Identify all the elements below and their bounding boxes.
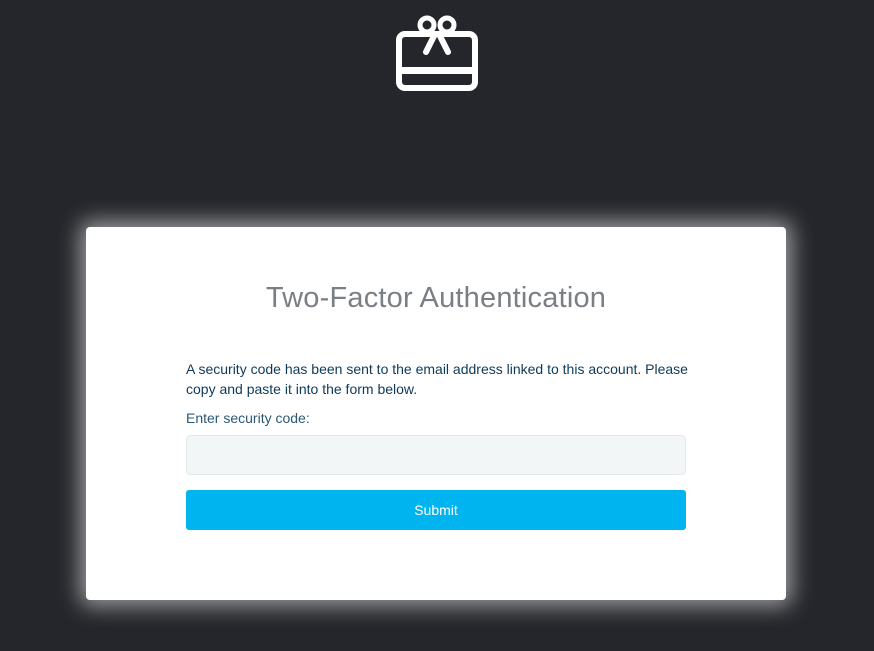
security-code-label: Enter security code: xyxy=(186,410,310,426)
gift-card-icon xyxy=(396,15,478,91)
instruction-message: A security code has been sent to the ema… xyxy=(186,361,688,397)
submit-button[interactable]: Submit xyxy=(186,490,686,530)
page-title: Two-Factor Authentication xyxy=(265,282,607,314)
logo xyxy=(395,14,479,92)
security-code-input[interactable] xyxy=(186,435,686,475)
two-factor-card: Two-Factor Authentication A security cod… xyxy=(86,227,786,600)
